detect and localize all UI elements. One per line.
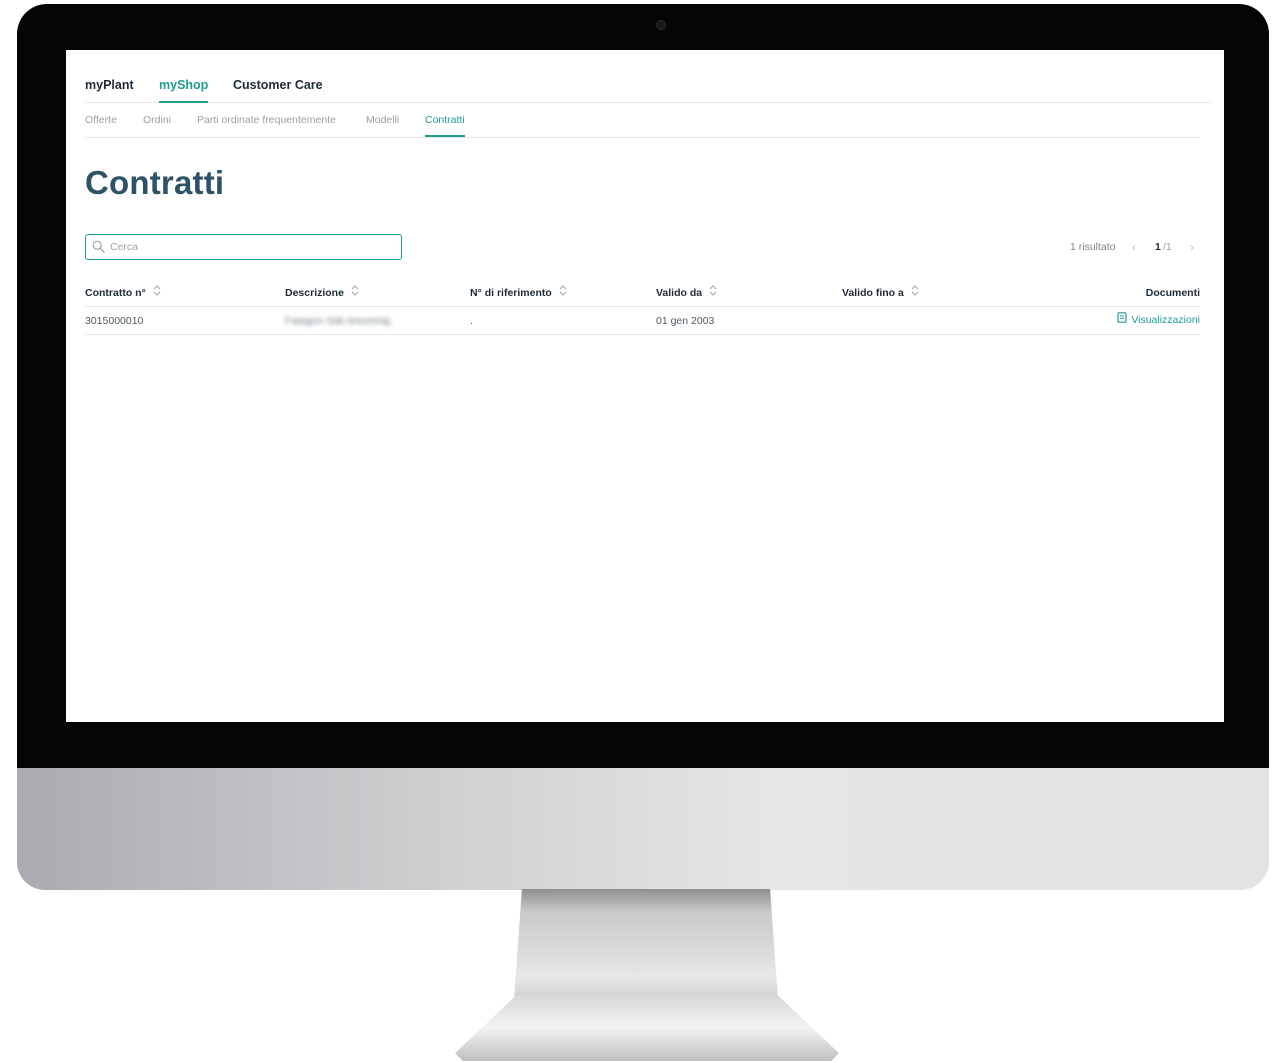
sort-icon [153, 285, 161, 299]
tab-offerte[interactable]: Offerte [85, 114, 117, 126]
column-header-reference-no[interactable]: N° di riferimento [470, 285, 567, 299]
column-header-contract-no[interactable]: Contratto n° [85, 285, 161, 299]
monitor-chin [17, 768, 1269, 890]
nav-myshop[interactable]: myShop [159, 78, 209, 103]
sort-icon [911, 285, 919, 299]
monitor-stand-neck [514, 889, 778, 999]
document-icon [1117, 311, 1127, 326]
search-box[interactable] [85, 234, 402, 260]
camera-icon [656, 20, 666, 30]
cell-description: Fatagon Sde lesonmig [285, 315, 391, 327]
primary-nav: myPlant myShop Customer Care [85, 50, 1210, 103]
cell-valid-from: 01 gen 2003 [656, 315, 715, 327]
page-title: Contratti [85, 164, 225, 201]
search-icon [92, 240, 105, 258]
column-header-valid-from[interactable]: Valido da [656, 285, 717, 299]
tab-contratti[interactable]: Contratti [425, 114, 465, 137]
next-page-icon[interactable]: › [1190, 240, 1194, 254]
results-count: 1 risultato [1070, 241, 1116, 253]
column-header-valid-until[interactable]: Valido fino a [842, 285, 919, 299]
search-input[interactable] [110, 238, 390, 256]
sort-icon [559, 285, 567, 299]
documents-link[interactable]: Visualizzazioni [1117, 311, 1200, 326]
sort-icon [709, 285, 717, 299]
nav-customer-care[interactable]: Customer Care [233, 78, 323, 92]
monitor-stand-base [455, 995, 839, 1061]
tab-modelli[interactable]: Modelli [366, 114, 399, 126]
prev-page-icon[interactable]: ‹ [1132, 240, 1136, 254]
screen: myPlant myShop Customer Care Offerte Ord… [66, 50, 1224, 722]
total-pages: /1 [1163, 241, 1172, 253]
tab-parti-ordinate[interactable]: Parti ordinate frequentemente [197, 114, 336, 126]
current-page: 1 [1155, 241, 1161, 253]
table-header: Contratto n° Descrizione N° di riferimen… [85, 282, 1200, 307]
column-header-description[interactable]: Descrizione [285, 285, 359, 299]
sort-icon [351, 285, 359, 299]
secondary-nav: Offerte Ordini Parti ordinate frequentem… [85, 102, 1200, 138]
tab-ordini[interactable]: Ordini [143, 114, 171, 126]
table-row[interactable]: 3015000010 Fatagon Sde lesonmig . 01 gen… [85, 307, 1200, 335]
cell-contract-no: 3015000010 [85, 315, 144, 327]
cell-reference-no: . [470, 315, 473, 327]
nav-myplant[interactable]: myPlant [85, 78, 134, 92]
column-header-documents: Documenti [1145, 287, 1200, 299]
